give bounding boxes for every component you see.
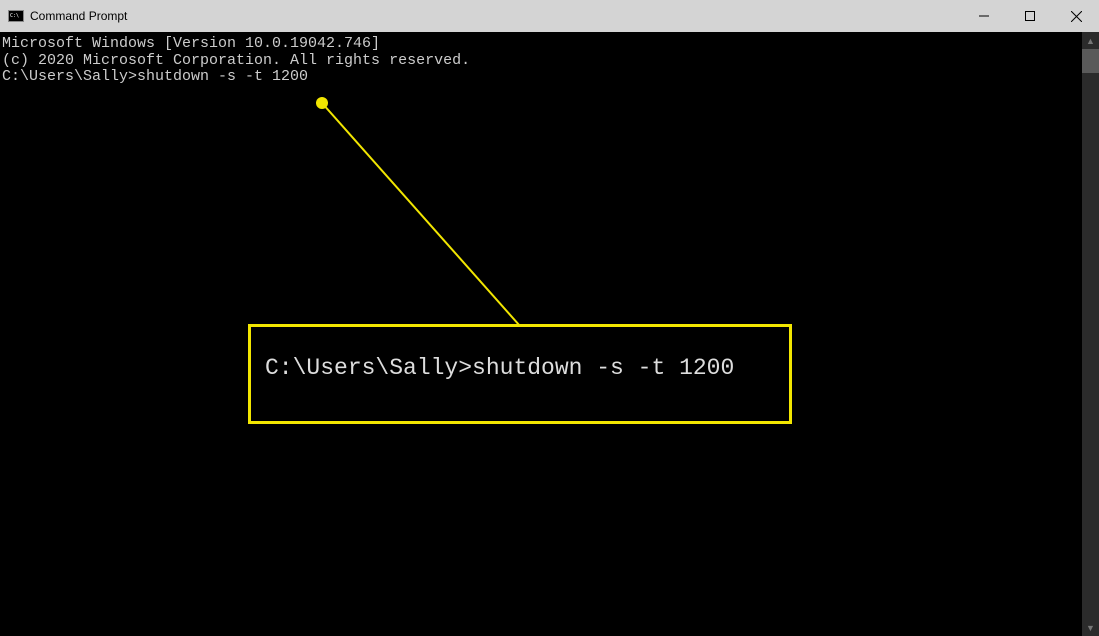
svg-text:C:\: C:\ bbox=[10, 13, 19, 19]
scroll-thumb[interactable] bbox=[1082, 49, 1099, 73]
scroll-down-arrow-icon[interactable]: ▼ bbox=[1082, 619, 1099, 636]
command-prompt-window: C:\ Command Prompt Microsoft Windows [Ve… bbox=[0, 0, 1099, 636]
vertical-scrollbar[interactable]: ▲ ▼ bbox=[1082, 32, 1099, 636]
minimize-button[interactable] bbox=[961, 0, 1007, 32]
callout-box: C:\Users\Sally>shutdown -s -t 1200 bbox=[248, 324, 792, 424]
terminal-line-copyright: (c) 2020 Microsoft Corporation. All righ… bbox=[2, 53, 1097, 70]
scroll-up-arrow-icon[interactable]: ▲ bbox=[1082, 32, 1099, 49]
close-button[interactable] bbox=[1053, 0, 1099, 32]
window-controls bbox=[961, 0, 1099, 32]
callout-dot-icon bbox=[316, 97, 328, 109]
titlebar[interactable]: C:\ Command Prompt bbox=[0, 0, 1099, 32]
maximize-button[interactable] bbox=[1007, 0, 1053, 32]
terminal-prompt-line: C:\Users\Sally>shutdown -s -t 1200 bbox=[2, 69, 1097, 86]
terminal-line-version: Microsoft Windows [Version 10.0.19042.74… bbox=[2, 36, 1097, 53]
title-left: C:\ Command Prompt bbox=[8, 8, 127, 24]
cmd-icon: C:\ bbox=[8, 8, 24, 24]
window-title: Command Prompt bbox=[30, 9, 127, 23]
callout-text: C:\Users\Sally>shutdown -s -t 1200 bbox=[265, 355, 734, 381]
